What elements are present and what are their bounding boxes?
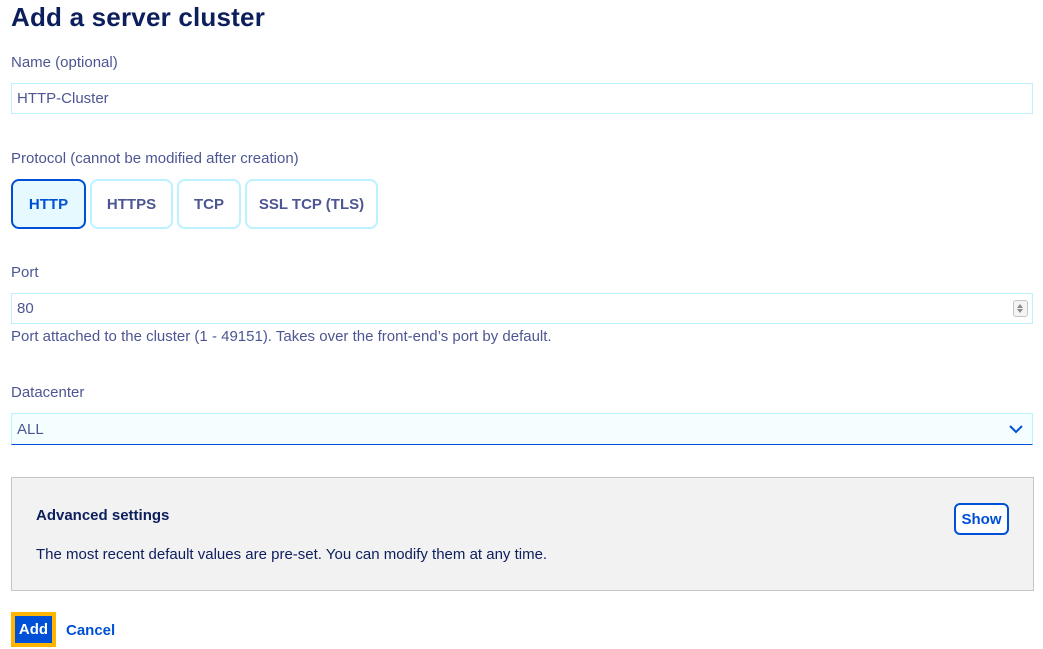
add-button[interactable]: Add [11,612,56,647]
protocol-option-https[interactable]: HTTPS [90,179,173,229]
name-input[interactable]: HTTP-Cluster [11,83,1033,114]
port-input[interactable]: 80 [11,293,1033,324]
advanced-settings-title: Advanced settings [36,507,170,524]
port-help-text: Port attached to the cluster (1 - 49151)… [11,328,552,345]
protocol-label: Protocol (cannot be modified after creat… [11,150,299,167]
protocol-option-tcp[interactable]: TCP [177,179,241,229]
name-input-value: HTTP-Cluster [17,90,109,107]
protocol-option-http[interactable]: HTTP [11,179,86,229]
chevron-down-icon [1009,425,1023,434]
protocol-option-ssl-tcp[interactable]: SSL TCP (TLS) [245,179,378,229]
advanced-settings-panel: Advanced settings The most recent defaul… [11,477,1034,591]
datacenter-select[interactable]: ALL [11,413,1033,445]
datacenter-select-value: ALL [17,421,44,438]
page-title: Add a server cluster [11,2,266,32]
name-field-label: Name (optional) [11,54,118,71]
show-advanced-button[interactable]: Show [954,503,1009,535]
advanced-settings-description: The most recent default values are pre-s… [36,546,548,563]
number-spinner-icon[interactable] [1013,300,1028,317]
datacenter-label: Datacenter [11,384,85,401]
port-label: Port [11,264,39,281]
port-input-value: 80 [17,300,34,317]
cancel-link[interactable]: Cancel [66,622,115,639]
